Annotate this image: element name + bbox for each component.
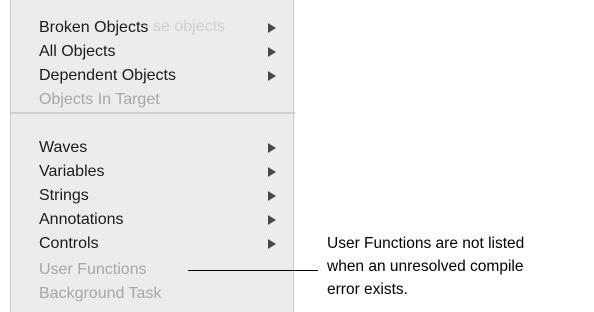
menu-item-label: Variables [39,163,105,180]
menu-item-label: All Objects [39,43,116,60]
submenu-arrow-icon [268,23,276,33]
menu-item-strings[interactable]: Strings [11,184,295,208]
menu-item-label: Controls [39,235,99,252]
callout-line: User Functions are not listed [327,235,525,252]
menu-item-objects-in-target: Objects In Target [11,88,295,112]
menu-item-dependent-objects[interactable]: Dependent Objects [11,64,295,88]
menu-item-background-task: Background Task [11,282,295,306]
submenu-arrow-icon [268,215,276,225]
callout-line: when an unresolved compile [327,258,524,275]
background-ghost-text: se objects [153,18,226,35]
callout-text: User Functions are not listed when an un… [327,232,589,301]
submenu-arrow-icon [268,47,276,57]
submenu-arrow-icon [268,167,276,177]
menu-item-label: Waves [39,139,88,156]
menu-item-controls[interactable]: Controls [11,232,295,256]
menu-item-label: Background Task [39,285,162,302]
menu-item-broken-objects[interactable]: Broken Objects se objects [11,16,295,40]
menu-item-label: Dependent Objects [39,67,176,84]
context-menu: Broken Objects se objects All Objects De… [10,0,295,312]
menu-item-label: Objects In Target [39,91,160,108]
callout-line: error exists. [327,281,408,298]
submenu-arrow-icon [268,239,276,249]
menu-item-variables[interactable]: Variables [11,160,295,184]
submenu-arrow-icon [268,191,276,201]
menu-item-label: Annotations [39,211,124,228]
callout-leader-line [188,270,318,271]
menu-item-label: Strings [39,187,89,204]
submenu-arrow-icon [268,143,276,153]
menu-item-all-objects[interactable]: All Objects [11,40,295,64]
menu-item-annotations[interactable]: Annotations [11,208,295,232]
menu-item-label: User Functions [39,261,147,278]
menu-separator [11,112,295,114]
menu-item-waves[interactable]: Waves [11,136,295,160]
submenu-arrow-icon [268,71,276,81]
menu-item-label: Broken Objects [39,19,149,36]
